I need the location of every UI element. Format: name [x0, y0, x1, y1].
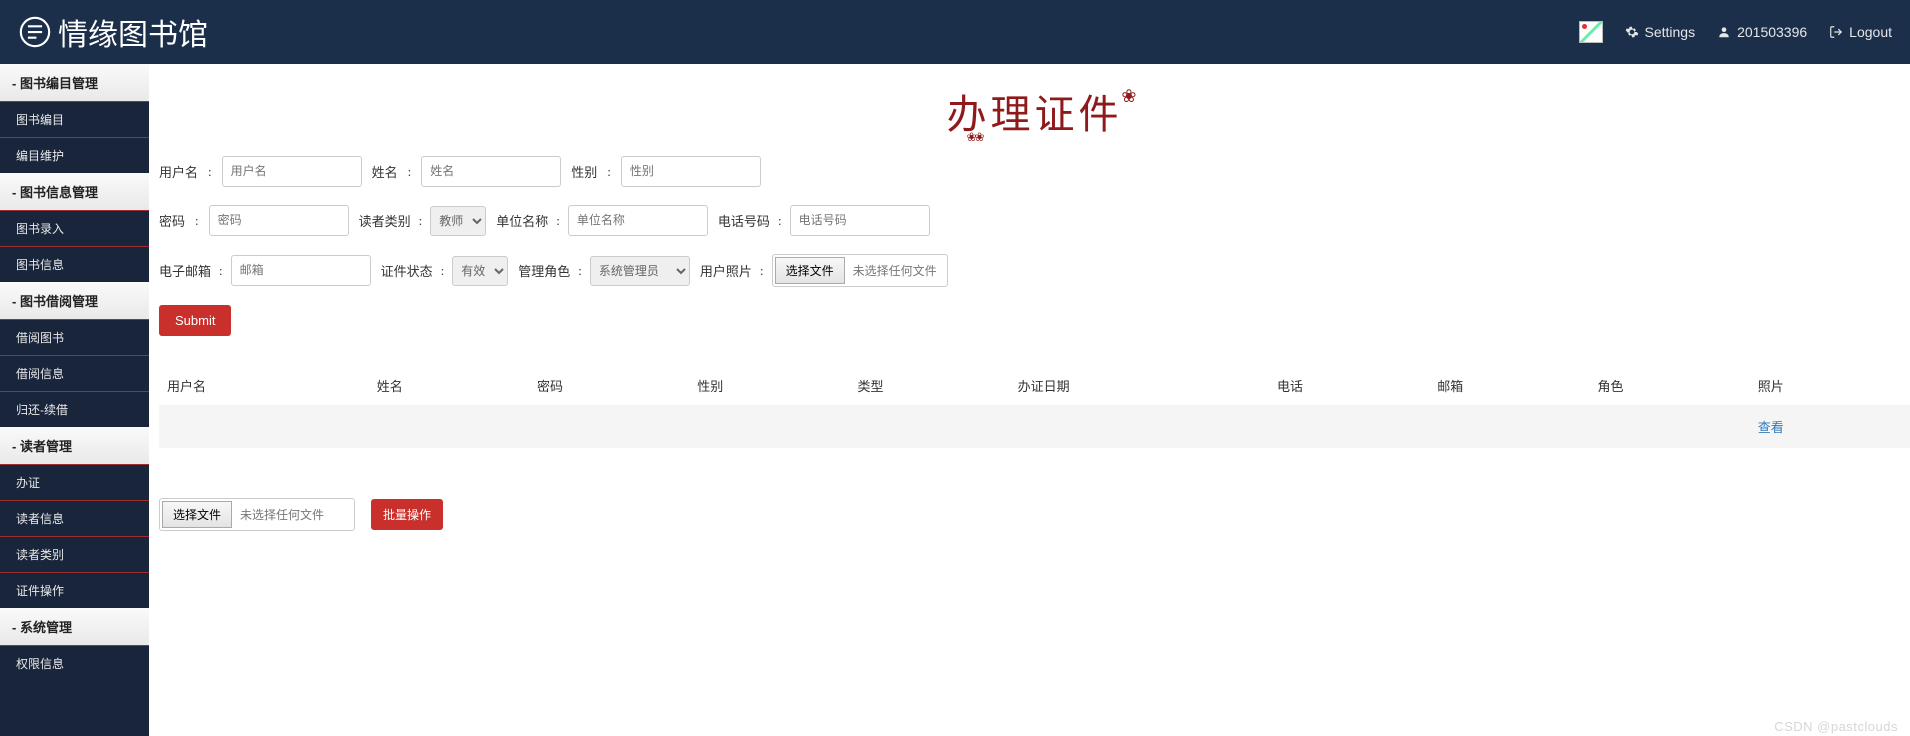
- th-username: 用户名: [159, 366, 369, 405]
- photo-file-wrap: 选择文件 未选择任何文件: [772, 254, 948, 287]
- menu-header-system[interactable]: 系统管理: [0, 608, 149, 645]
- label-gender: 性别: [571, 162, 597, 181]
- menu-header-bookinfo[interactable]: 图书信息管理: [0, 173, 149, 210]
- label-photo: 用户照片: [700, 261, 752, 280]
- email-input[interactable]: [231, 255, 371, 286]
- th-date: 办证日期: [1010, 366, 1269, 405]
- broken-image-icon: [1579, 21, 1603, 43]
- org-input[interactable]: [568, 205, 708, 236]
- role-select[interactable]: 系统管理员: [590, 256, 690, 286]
- sidebar: 图书编目管理 图书编目 编目维护 图书信息管理 图书录入 图书信息 图书借阅管理…: [0, 64, 149, 736]
- th-type: 类型: [849, 366, 1009, 405]
- phone-input[interactable]: [790, 205, 930, 236]
- batch-file-text: 未选择任何文件: [232, 506, 352, 523]
- readertype-select[interactable]: 教师: [430, 206, 486, 236]
- th-phone: 电话: [1269, 366, 1429, 405]
- sidebar-item-reader-type[interactable]: 读者类别: [0, 536, 149, 572]
- menu-header-reader[interactable]: 读者管理: [0, 427, 149, 464]
- user-id: 201503396: [1737, 24, 1807, 40]
- gear-icon: [1625, 25, 1639, 39]
- header-right: Settings 201503396 Logout: [1579, 21, 1893, 43]
- watermark: CSDN @pastclouds: [1774, 719, 1898, 734]
- logout-label: Logout: [1849, 24, 1892, 40]
- label-readertype: 读者类别: [359, 211, 411, 230]
- label-password: 密码: [159, 211, 185, 230]
- name-input[interactable]: [421, 156, 561, 187]
- book-icon: [18, 15, 52, 49]
- logo: 情缘图书馆: [18, 10, 208, 54]
- sidebar-item-book-info[interactable]: 图书信息: [0, 246, 149, 282]
- sidebar-item-return[interactable]: 归还-续借: [0, 391, 149, 427]
- user-icon: [1717, 25, 1731, 39]
- label-certstatus: 证件状态: [381, 261, 433, 280]
- th-photo: 照片: [1750, 366, 1910, 405]
- username-input[interactable]: [222, 156, 362, 187]
- sidebar-item-permission[interactable]: 权限信息: [0, 645, 149, 681]
- menu-header-catalog[interactable]: 图书编目管理: [0, 64, 149, 101]
- top-header: 情缘图书馆 Settings 201503396 Logout: [0, 0, 1910, 64]
- photo-file-text: 未选择任何文件: [845, 262, 945, 279]
- sidebar-item-card-ops[interactable]: 证件操作: [0, 572, 149, 608]
- logo-text: 情缘图书馆: [58, 10, 208, 54]
- th-role: 角色: [1589, 366, 1749, 405]
- sidebar-item-catalog-maint[interactable]: 编目维护: [0, 137, 149, 173]
- logout-icon: [1829, 25, 1843, 39]
- sidebar-item-borrow-info[interactable]: 借阅信息: [0, 355, 149, 391]
- th-gender: 性别: [689, 366, 849, 405]
- label-email: 电子邮箱: [159, 261, 211, 280]
- sidebar-item-catalog[interactable]: 图书编目: [0, 101, 149, 137]
- label-username: 用户名: [159, 162, 198, 181]
- main-content: 办理证件 用户名: 姓名: 性别: 密码: 读者类别: 教师: [149, 64, 1910, 736]
- logout-link[interactable]: Logout: [1829, 24, 1892, 40]
- sidebar-item-reader-info[interactable]: 读者信息: [0, 500, 149, 536]
- view-link[interactable]: 查看: [1758, 420, 1784, 435]
- batch-file-button[interactable]: 选择文件: [162, 501, 232, 528]
- sidebar-item-borrow[interactable]: 借阅图书: [0, 319, 149, 355]
- submit-button[interactable]: Submit: [159, 305, 231, 336]
- settings-link[interactable]: Settings: [1625, 24, 1696, 40]
- th-password: 密码: [529, 366, 689, 405]
- th-name: 姓名: [369, 366, 529, 405]
- th-email: 邮箱: [1429, 366, 1589, 405]
- page-title: 办理证件: [159, 82, 1910, 140]
- settings-label: Settings: [1645, 24, 1696, 40]
- results-table: 用户名 姓名 密码 性别 类型 办证日期 电话 邮箱 角色 照片 查看: [159, 366, 1910, 448]
- menu-header-borrow[interactable]: 图书借阅管理: [0, 282, 149, 319]
- sidebar-item-card[interactable]: 办证: [0, 464, 149, 500]
- certstatus-select[interactable]: 有效: [452, 256, 508, 286]
- user-link[interactable]: 201503396: [1717, 24, 1807, 40]
- batch-file-wrap: 选择文件 未选择任何文件: [159, 498, 355, 531]
- photo-file-button[interactable]: 选择文件: [775, 257, 845, 284]
- sidebar-item-book-entry[interactable]: 图书录入: [0, 210, 149, 246]
- label-role: 管理角色: [518, 261, 570, 280]
- label-org: 单位名称: [496, 211, 548, 230]
- table-row: 查看: [159, 405, 1910, 448]
- password-input[interactable]: [209, 205, 349, 236]
- label-name: 姓名: [372, 162, 398, 181]
- batch-button[interactable]: 批量操作: [371, 499, 443, 530]
- gender-input[interactable]: [621, 156, 761, 187]
- label-phone: 电话号码: [718, 211, 770, 230]
- page-title-text: 办理证件: [947, 92, 1123, 137]
